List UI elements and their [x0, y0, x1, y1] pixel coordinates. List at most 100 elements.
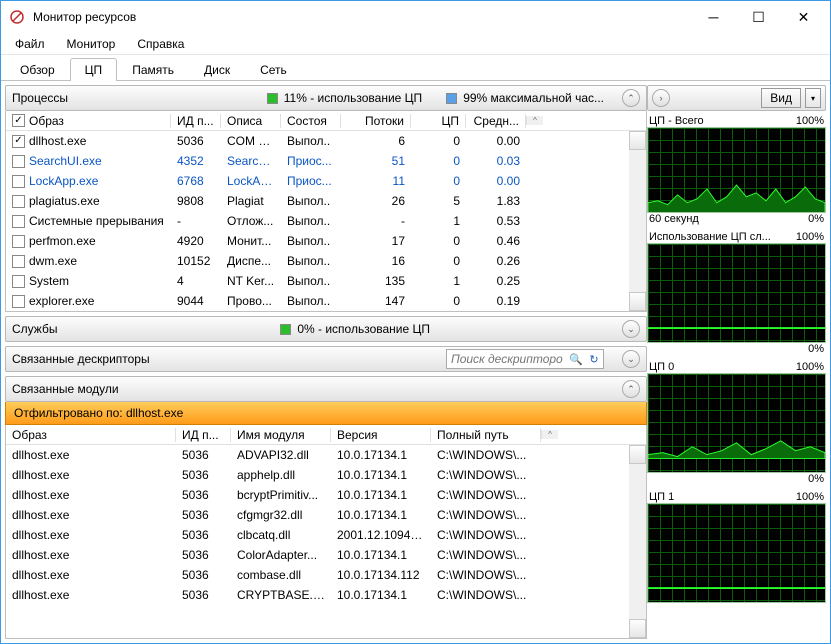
process-checkbox[interactable] — [12, 275, 25, 288]
process-row[interactable]: Системные прерывания-Отлож...Выпол..-10.… — [6, 211, 646, 231]
modules-filter: Отфильтровано по: dllhost.exe — [5, 402, 647, 425]
module-row[interactable]: dllhost.exe5036ColorAdapter...10.0.17134… — [6, 545, 646, 565]
module-pid: 5036 — [176, 588, 231, 602]
mcol-path[interactable]: Полный путь — [431, 428, 541, 442]
module-version: 10.0.17134.1 — [331, 488, 431, 502]
process-desc: LockAp... — [221, 174, 281, 188]
process-state: Выпол.. — [281, 294, 341, 308]
process-state: Приос... — [281, 174, 341, 188]
mcol-pid[interactable]: ИД п... — [176, 428, 231, 442]
collapse-modules-button[interactable]: ⌃ — [622, 380, 640, 398]
tab-network[interactable]: Сеть — [245, 58, 302, 81]
window-title: Монитор ресурсов — [33, 10, 691, 24]
module-row[interactable]: dllhost.exe5036clbcatq.dll2001.12.10941.… — [6, 525, 646, 545]
col-image[interactable]: ✓Образ — [6, 114, 171, 128]
process-row[interactable]: explorer.exe9044Прово...Выпол..14700.19 — [6, 291, 646, 311]
modules-header[interactable]: Связанные модули ⌃ — [5, 376, 647, 402]
module-name: ColorAdapter... — [231, 548, 331, 562]
module-image: dllhost.exe — [6, 528, 176, 542]
view-button[interactable]: Вид — [761, 88, 801, 108]
sidebar-header: › Вид ▾ — [647, 85, 826, 111]
process-checkbox[interactable] — [12, 155, 25, 168]
process-checkbox[interactable] — [12, 195, 25, 208]
module-path: C:\WINDOWS\... — [431, 588, 541, 602]
col-avg[interactable]: Средн... — [466, 114, 526, 128]
menu-file[interactable]: Файл — [5, 35, 55, 53]
col-pid[interactable]: ИД п... — [171, 114, 221, 128]
process-checkbox[interactable] — [12, 255, 25, 268]
tab-bar: Обзор ЦП Память Диск Сеть — [1, 55, 830, 81]
refresh-icon[interactable]: ↻ — [585, 353, 603, 366]
tab-disk[interactable]: Диск — [189, 58, 245, 81]
close-button[interactable]: ✕ — [781, 2, 826, 32]
process-row[interactable]: ✓dllhost.exe5036COM S...Выпол..600.00 — [6, 131, 646, 151]
tab-cpu[interactable]: ЦП — [70, 58, 118, 81]
mcol-image[interactable]: Образ — [6, 428, 176, 442]
mcol-version[interactable]: Версия — [331, 428, 431, 442]
process-desc: Прово... — [221, 294, 281, 308]
process-cpu: 1 — [411, 214, 466, 228]
module-row[interactable]: dllhost.exe5036combase.dll10.0.17134.112… — [6, 565, 646, 585]
expand-services-button[interactable]: ⌄ — [622, 320, 640, 338]
module-version: 10.0.17134.1 — [331, 468, 431, 482]
handles-header[interactable]: Связанные дескрипторы 🔍 ↻ ⌄ — [5, 346, 647, 372]
process-checkbox[interactable]: ✓ — [12, 135, 25, 148]
module-row[interactable]: dllhost.exe5036ADVAPI32.dll10.0.17134.1C… — [6, 445, 646, 465]
tab-overview[interactable]: Обзор — [5, 58, 70, 81]
process-row[interactable]: System4NT Ker...Выпол..13510.25 — [6, 271, 646, 291]
tab-memory[interactable]: Память — [117, 58, 189, 81]
expand-handles-button[interactable]: ⌄ — [622, 350, 640, 368]
processes-header[interactable]: Процессы 11% - использование ЦП 99% макс… — [5, 85, 647, 111]
module-version: 10.0.17134.112 — [331, 568, 431, 582]
process-row[interactable]: SearchUI.exe4352Search ...Приос...5100.0… — [6, 151, 646, 171]
module-name: apphelp.dll — [231, 468, 331, 482]
col-threads[interactable]: Потоки — [341, 114, 411, 128]
process-checkbox[interactable] — [12, 175, 25, 188]
process-checkbox[interactable] — [12, 295, 25, 308]
process-row[interactable]: plagiatus.exe9808PlagiatВыпол..2651.83 — [6, 191, 646, 211]
process-checkbox[interactable] — [12, 215, 25, 228]
minimize-button[interactable]: ─ — [691, 2, 736, 32]
menu-help[interactable]: Справка — [127, 35, 194, 53]
process-row[interactable]: perfmon.exe4920Монит...Выпол..1700.46 — [6, 231, 646, 251]
col-state[interactable]: Состоя — [281, 114, 341, 128]
mcol-name[interactable]: Имя модуля — [231, 428, 331, 442]
process-desc: Search ... — [221, 154, 281, 168]
module-name: ADVAPI32.dll — [231, 448, 331, 462]
search-icon[interactable]: 🔍 — [567, 353, 585, 366]
module-row[interactable]: dllhost.exe5036bcryptPrimitiv...10.0.171… — [6, 485, 646, 505]
titlebar[interactable]: Монитор ресурсов ─ ☐ ✕ — [1, 1, 830, 33]
processes-section: Процессы 11% - использование ЦП 99% макс… — [5, 85, 647, 312]
collapse-processes-button[interactable]: ⌃ — [622, 89, 640, 107]
select-all-checkbox[interactable]: ✓ — [12, 114, 25, 127]
module-row[interactable]: dllhost.exe5036CRYPTBASE.DLL10.0.17134.1… — [6, 585, 646, 605]
module-pid: 5036 — [176, 568, 231, 582]
processes-label: Процессы — [12, 91, 68, 105]
col-cpu[interactable]: ЦП — [411, 114, 466, 128]
process-threads: 17 — [341, 234, 411, 248]
module-path: C:\WINDOWS\... — [431, 528, 541, 542]
module-row[interactable]: dllhost.exe5036cfgmgr32.dll10.0.17134.1C… — [6, 505, 646, 525]
process-row[interactable]: LockApp.exe6768LockAp...Приос...1100.00 — [6, 171, 646, 191]
col-desc[interactable]: Описа — [221, 114, 281, 128]
modules-scrollbar[interactable] — [629, 445, 646, 638]
graph-footer-r: 0% — [808, 473, 824, 485]
menu-monitor[interactable]: Монитор — [57, 35, 126, 53]
process-desc: Диспе... — [221, 254, 281, 268]
process-pid: 6768 — [171, 174, 221, 188]
process-threads: 6 — [341, 134, 411, 148]
handles-search-input[interactable] — [447, 352, 567, 366]
module-row[interactable]: dllhost.exe5036apphelp.dll10.0.17134.1C:… — [6, 465, 646, 485]
process-cpu: 0 — [411, 154, 466, 168]
process-row[interactable]: dwm.exe10152Диспе...Выпол..1600.26 — [6, 251, 646, 271]
process-desc: Plagiat — [221, 194, 281, 208]
maximize-button[interactable]: ☐ — [736, 2, 781, 32]
process-checkbox[interactable] — [12, 235, 25, 248]
module-image: dllhost.exe — [6, 568, 176, 582]
process-cpu: 5 — [411, 194, 466, 208]
processes-scrollbar[interactable] — [629, 131, 646, 311]
view-dropdown-button[interactable]: ▾ — [805, 88, 821, 108]
hide-graphs-button[interactable]: › — [652, 89, 670, 107]
process-pid: 9044 — [171, 294, 221, 308]
services-header[interactable]: Службы 0% - использование ЦП ⌄ — [5, 316, 647, 342]
